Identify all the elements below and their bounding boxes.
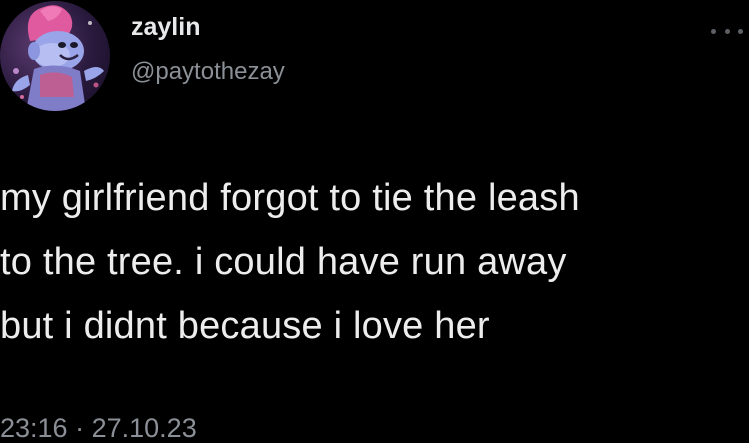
tweet-time: 23:16 (0, 413, 68, 443)
tweet-line: but i didnt because i love her (0, 305, 490, 347)
tweet-timestamp[interactable]: 23:16 · 27.10.23 (0, 412, 197, 443)
tweet-text: my girlfriend forgot to tie the leash to… (0, 166, 745, 358)
dot (711, 28, 716, 34)
troll-avatar-icon (12, 5, 104, 111)
tweet-line: my girlfriend forgot to tie the leash (0, 177, 580, 219)
tweet-date: 27.10.23 (91, 413, 197, 443)
dot (738, 28, 743, 34)
display-name[interactable]: zaylin (131, 13, 200, 42)
separator: · (75, 413, 85, 443)
tweet-line: to the tree. i could have run away (0, 241, 567, 283)
avatar[interactable] (0, 1, 110, 111)
user-handle[interactable]: @paytothezay (131, 58, 285, 85)
more-options-icon[interactable] (711, 24, 743, 38)
tweet-card: zaylin @paytothezay my girlfriend forgot… (0, 0, 749, 443)
dot (724, 28, 730, 34)
